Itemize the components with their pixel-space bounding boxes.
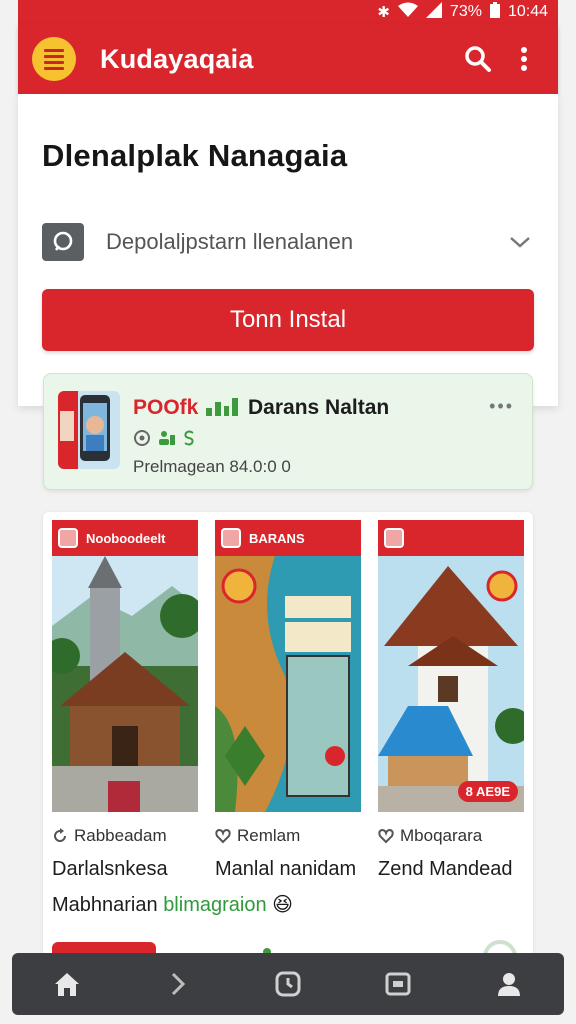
gallery-title-2: Manlal nanidam — [215, 858, 357, 880]
gallery-title-3: Zend Mandead — [378, 858, 513, 880]
shot-title: BARANS — [249, 530, 305, 546]
people-icon — [159, 431, 175, 445]
app-meta-icons — [133, 429, 195, 447]
menu-icon[interactable] — [32, 37, 76, 81]
shot-title: Nooboodeelt — [86, 530, 166, 546]
signal-icon — [425, 1, 442, 23]
more-vertical-icon[interactable] — [504, 39, 544, 79]
profile-icon[interactable] — [482, 957, 536, 1011]
gallery-meta-text: Remlam — [237, 826, 301, 845]
gallery-meta-3: Mboqarara — [378, 826, 482, 846]
app-logo-icon — [384, 528, 404, 548]
laughing-emoji-icon: 😆 — [272, 894, 293, 916]
temple-image — [52, 556, 198, 812]
gallery-shot-2[interactable]: BARANS — [215, 520, 361, 812]
home-icon[interactable] — [40, 957, 94, 1011]
gallery-title-1: Darlalsnkesa — [52, 858, 168, 880]
heart-icon — [378, 828, 394, 844]
bar-chart-icon — [206, 396, 238, 416]
gallery-subtitle: Mabhnarian blimagraion 😆 — [52, 892, 293, 917]
wifi-icon — [397, 2, 418, 23]
price-badge: 8 AE9E — [457, 781, 518, 802]
gallery-meta-1: Rabbeadam — [52, 826, 167, 846]
app-title: Kudayaqaia — [100, 43, 254, 74]
app-name: Darans Naltan — [248, 396, 390, 419]
app-logo-icon — [58, 528, 78, 548]
window-icon[interactable] — [371, 957, 425, 1011]
heart-icon — [215, 828, 231, 844]
bluetooth-icon: ✱ — [377, 4, 390, 21]
status-bar: ✱ 73% 10:44 — [18, 0, 558, 24]
app-thumbnail — [58, 391, 120, 469]
subtitle-text: Mabhnarian — [52, 894, 158, 916]
shot-header — [378, 520, 524, 556]
battery-percent: 73% — [449, 3, 482, 20]
bottom-nav — [12, 953, 564, 1015]
settings-icon — [134, 430, 150, 446]
shot-header: Nooboodeelt — [52, 520, 198, 556]
screenshot-gallery: Nooboodeelt BARANS 8 AE9E Rabbeadam Reml… — [43, 512, 533, 974]
gallery-shot-3[interactable]: 8 AE9E — [378, 520, 524, 812]
app-more-button[interactable]: ••• — [489, 396, 514, 417]
gallery-meta-text: Rabbeadam — [74, 826, 167, 845]
app-logo-icon — [221, 528, 241, 548]
clock-icon[interactable] — [261, 957, 315, 1011]
dollar-icon — [184, 430, 194, 446]
gallery-meta-2: Remlam — [215, 826, 300, 846]
gallery-shot-1[interactable]: Nooboodeelt — [52, 520, 198, 812]
shot-header: BARANS — [215, 520, 361, 556]
gallery-meta-text: Mboqarara — [400, 826, 483, 845]
search-icon[interactable] — [458, 39, 498, 79]
battery-icon — [489, 1, 500, 23]
category-select[interactable]: Depolaljpstarn llenalanen — [42, 220, 534, 264]
refresh-icon — [54, 828, 66, 842]
app-meta: Prelmagean 84.0:0 0 — [133, 457, 291, 476]
subtitle-highlight: blimagraion — [163, 894, 267, 916]
forward-icon[interactable] — [151, 957, 205, 1011]
map-image — [215, 556, 361, 812]
chat-icon — [42, 223, 84, 261]
app-card[interactable]: POOfk Darans Naltan ••• Prelmagean 84.0:… — [43, 373, 533, 490]
app-bar: Kudayaqaia — [18, 24, 558, 94]
chevron-down-icon[interactable] — [506, 228, 534, 256]
clock-time: 10:44 — [507, 3, 548, 20]
page-title: Dlenalplak Nanagaia — [42, 138, 348, 173]
install-button[interactable]: Tonn Instal — [42, 289, 534, 351]
tower-image — [378, 556, 524, 812]
select-text: Depolaljpstarn llenalanen — [106, 229, 354, 254]
main-sheet: Dlenalplak Nanagaia Depolaljpstarn llena… — [18, 94, 558, 406]
app-badge: POOfk — [133, 396, 199, 419]
